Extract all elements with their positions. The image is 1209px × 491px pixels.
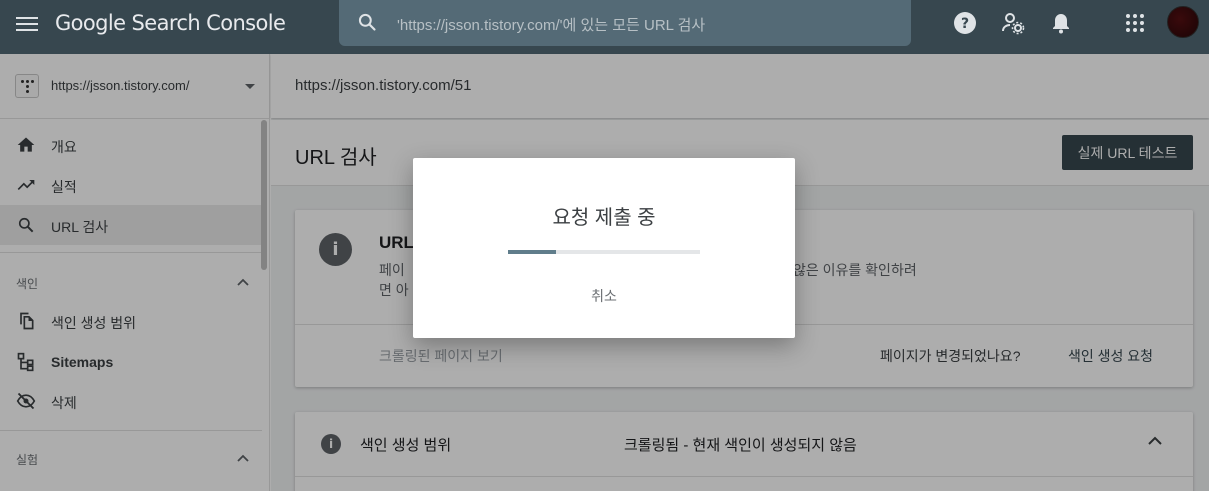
user-settings-icon[interactable]: [1001, 11, 1025, 35]
svg-text:?: ?: [961, 16, 969, 32]
dialog-title: 요청 제출 중: [552, 207, 656, 229]
search-icon: [358, 13, 376, 31]
apps-icon[interactable]: [1123, 11, 1147, 35]
menu-icon[interactable]: [16, 14, 38, 34]
search-input[interactable]: 'https://jsson.tistory.com/'에 있는 모든 URL …: [397, 14, 705, 35]
app-brand[interactable]: Google Search Console: [55, 11, 286, 35]
notifications-icon[interactable]: [1049, 11, 1073, 35]
submitting-request-dialog: 요청 제출 중 취소: [413, 158, 795, 338]
top-app-bar: Google Search Console 'https://jsson.tis…: [0, 0, 1209, 54]
progress-bar: [508, 250, 700, 254]
progress-bar-fill: [508, 250, 556, 254]
help-icon[interactable]: ?: [953, 11, 977, 35]
search-bar[interactable]: 'https://jsson.tistory.com/'에 있는 모든 URL …: [339, 0, 911, 46]
avatar[interactable]: [1167, 6, 1199, 38]
cancel-button[interactable]: 취소: [574, 282, 634, 310]
